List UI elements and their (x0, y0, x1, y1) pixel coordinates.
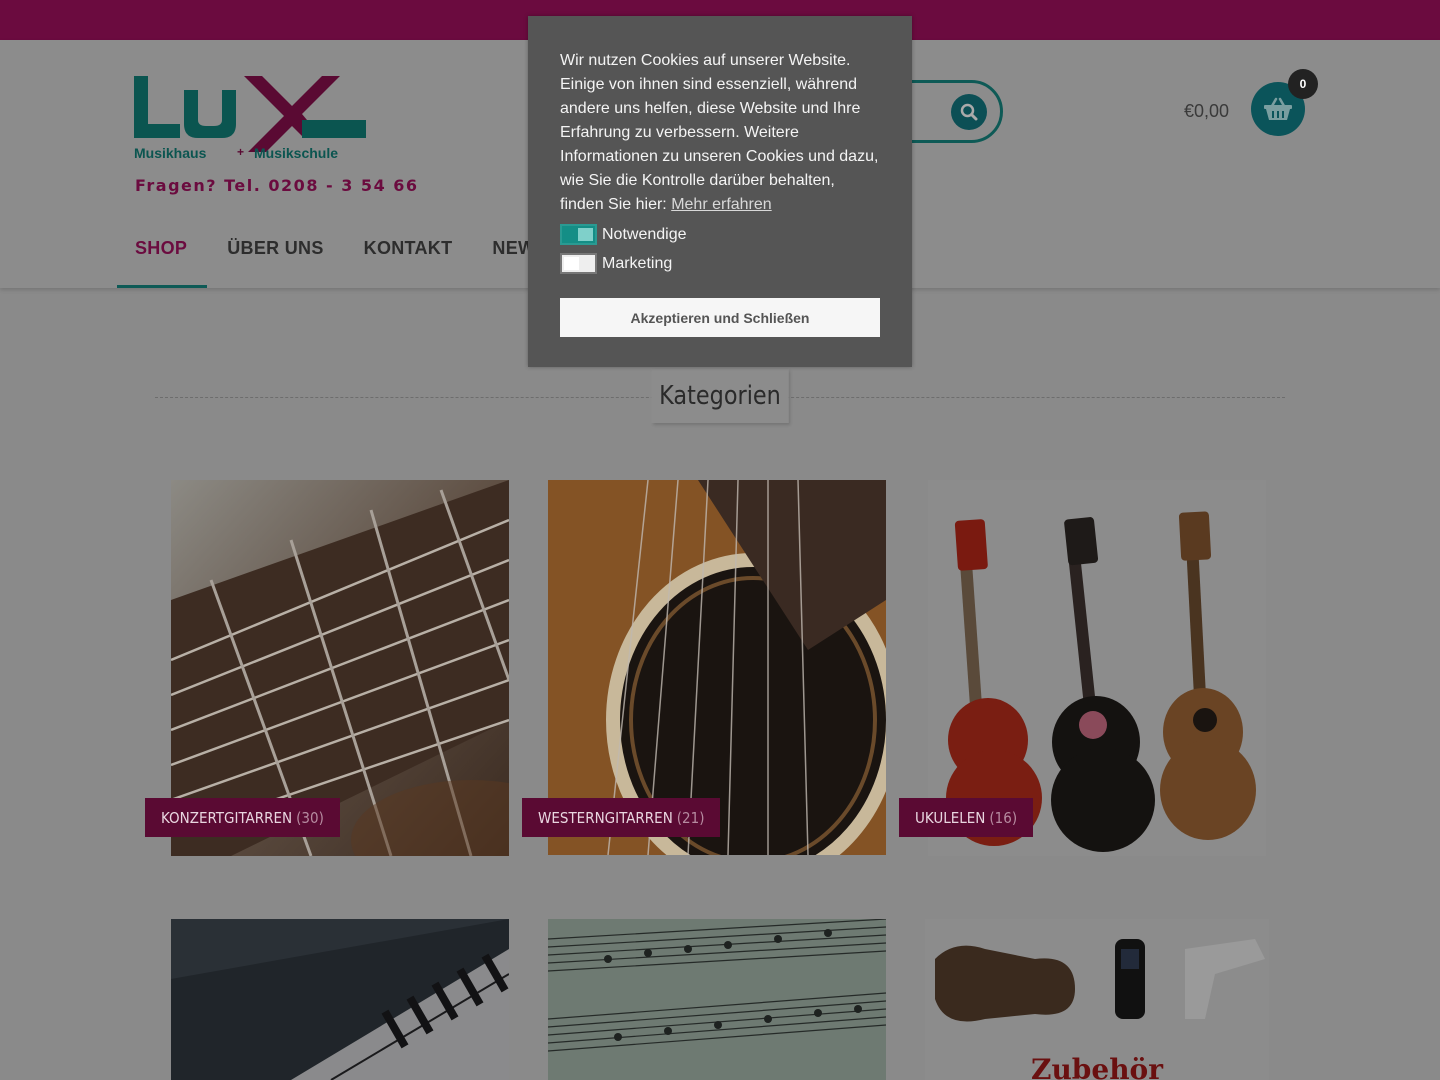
logo-left-text: Musikhaus (134, 145, 207, 160)
cookie-option-label: Notwendige (602, 225, 687, 243)
site-logo[interactable]: Musikhaus + Musikschule (134, 76, 366, 160)
basket-icon (1264, 97, 1292, 120)
main-nav: SHOP ÜBER UNS KONTAKT NEWS (117, 212, 568, 288)
cookie-accept-button[interactable]: Akzeptieren und Schließen (560, 298, 880, 337)
cookie-toggle-notwendige[interactable] (560, 224, 597, 245)
cookie-banner: Wir nutzen Cookies auf unserer Website. … (528, 16, 912, 367)
cookie-option-marketing[interactable]: Marketing (560, 252, 880, 275)
category-count: (21) (676, 808, 705, 827)
phone-contact[interactable]: Fragen? Tel. 0208 - 3 54 66 (135, 176, 419, 195)
category-count: (16) (989, 808, 1018, 827)
category-label-ukulelen[interactable]: UKULELEN (16) (899, 798, 1034, 837)
cookie-toggle-marketing[interactable] (560, 253, 597, 274)
cookie-option-label: Marketing (602, 254, 673, 272)
category-image-zubehoer[interactable]: Zubehör (925, 919, 1269, 1080)
nav-item-shop[interactable]: SHOP (117, 212, 208, 288)
nav-item-kontakt[interactable]: KONTAKT (344, 212, 473, 288)
category-label-konzertgitarren[interactable]: KONZERTGITARREN (30) (145, 798, 340, 837)
cart-count-badge: 0 (1288, 69, 1318, 99)
category-label-westerngitarren[interactable]: WESTERNGITARREN (21) (522, 798, 721, 837)
category-name: UKULELEN (915, 808, 986, 827)
category-image-noten[interactable] (548, 919, 886, 1080)
category-count: (30) (296, 808, 324, 827)
cart-total[interactable]: €0,00 (1184, 101, 1229, 122)
category-image-piano[interactable] (171, 919, 509, 1080)
category-name: KONZERTGITARREN (161, 808, 293, 827)
nav-item-ueber-uns[interactable]: ÜBER UNS (207, 212, 343, 288)
cookie-option-notwendige[interactable]: Notwendige (560, 223, 880, 246)
logo-plus: + (237, 145, 244, 159)
magnifier-icon (960, 103, 978, 121)
category-name: WESTERNGITARREN (538, 808, 673, 827)
accessory-image-text: Zubehör (1031, 1053, 1164, 1080)
cookie-text-block: Wir nutzen Cookies auf unserer Website. … (560, 49, 880, 217)
cookie-more-link[interactable]: Mehr erfahren (671, 196, 772, 213)
search-button[interactable] (951, 94, 987, 130)
section-title: Kategorien (651, 369, 789, 423)
cookie-message: Wir nutzen Cookies auf unserer Website. … (560, 52, 879, 213)
logo-right-text: Musikschule (254, 145, 338, 160)
